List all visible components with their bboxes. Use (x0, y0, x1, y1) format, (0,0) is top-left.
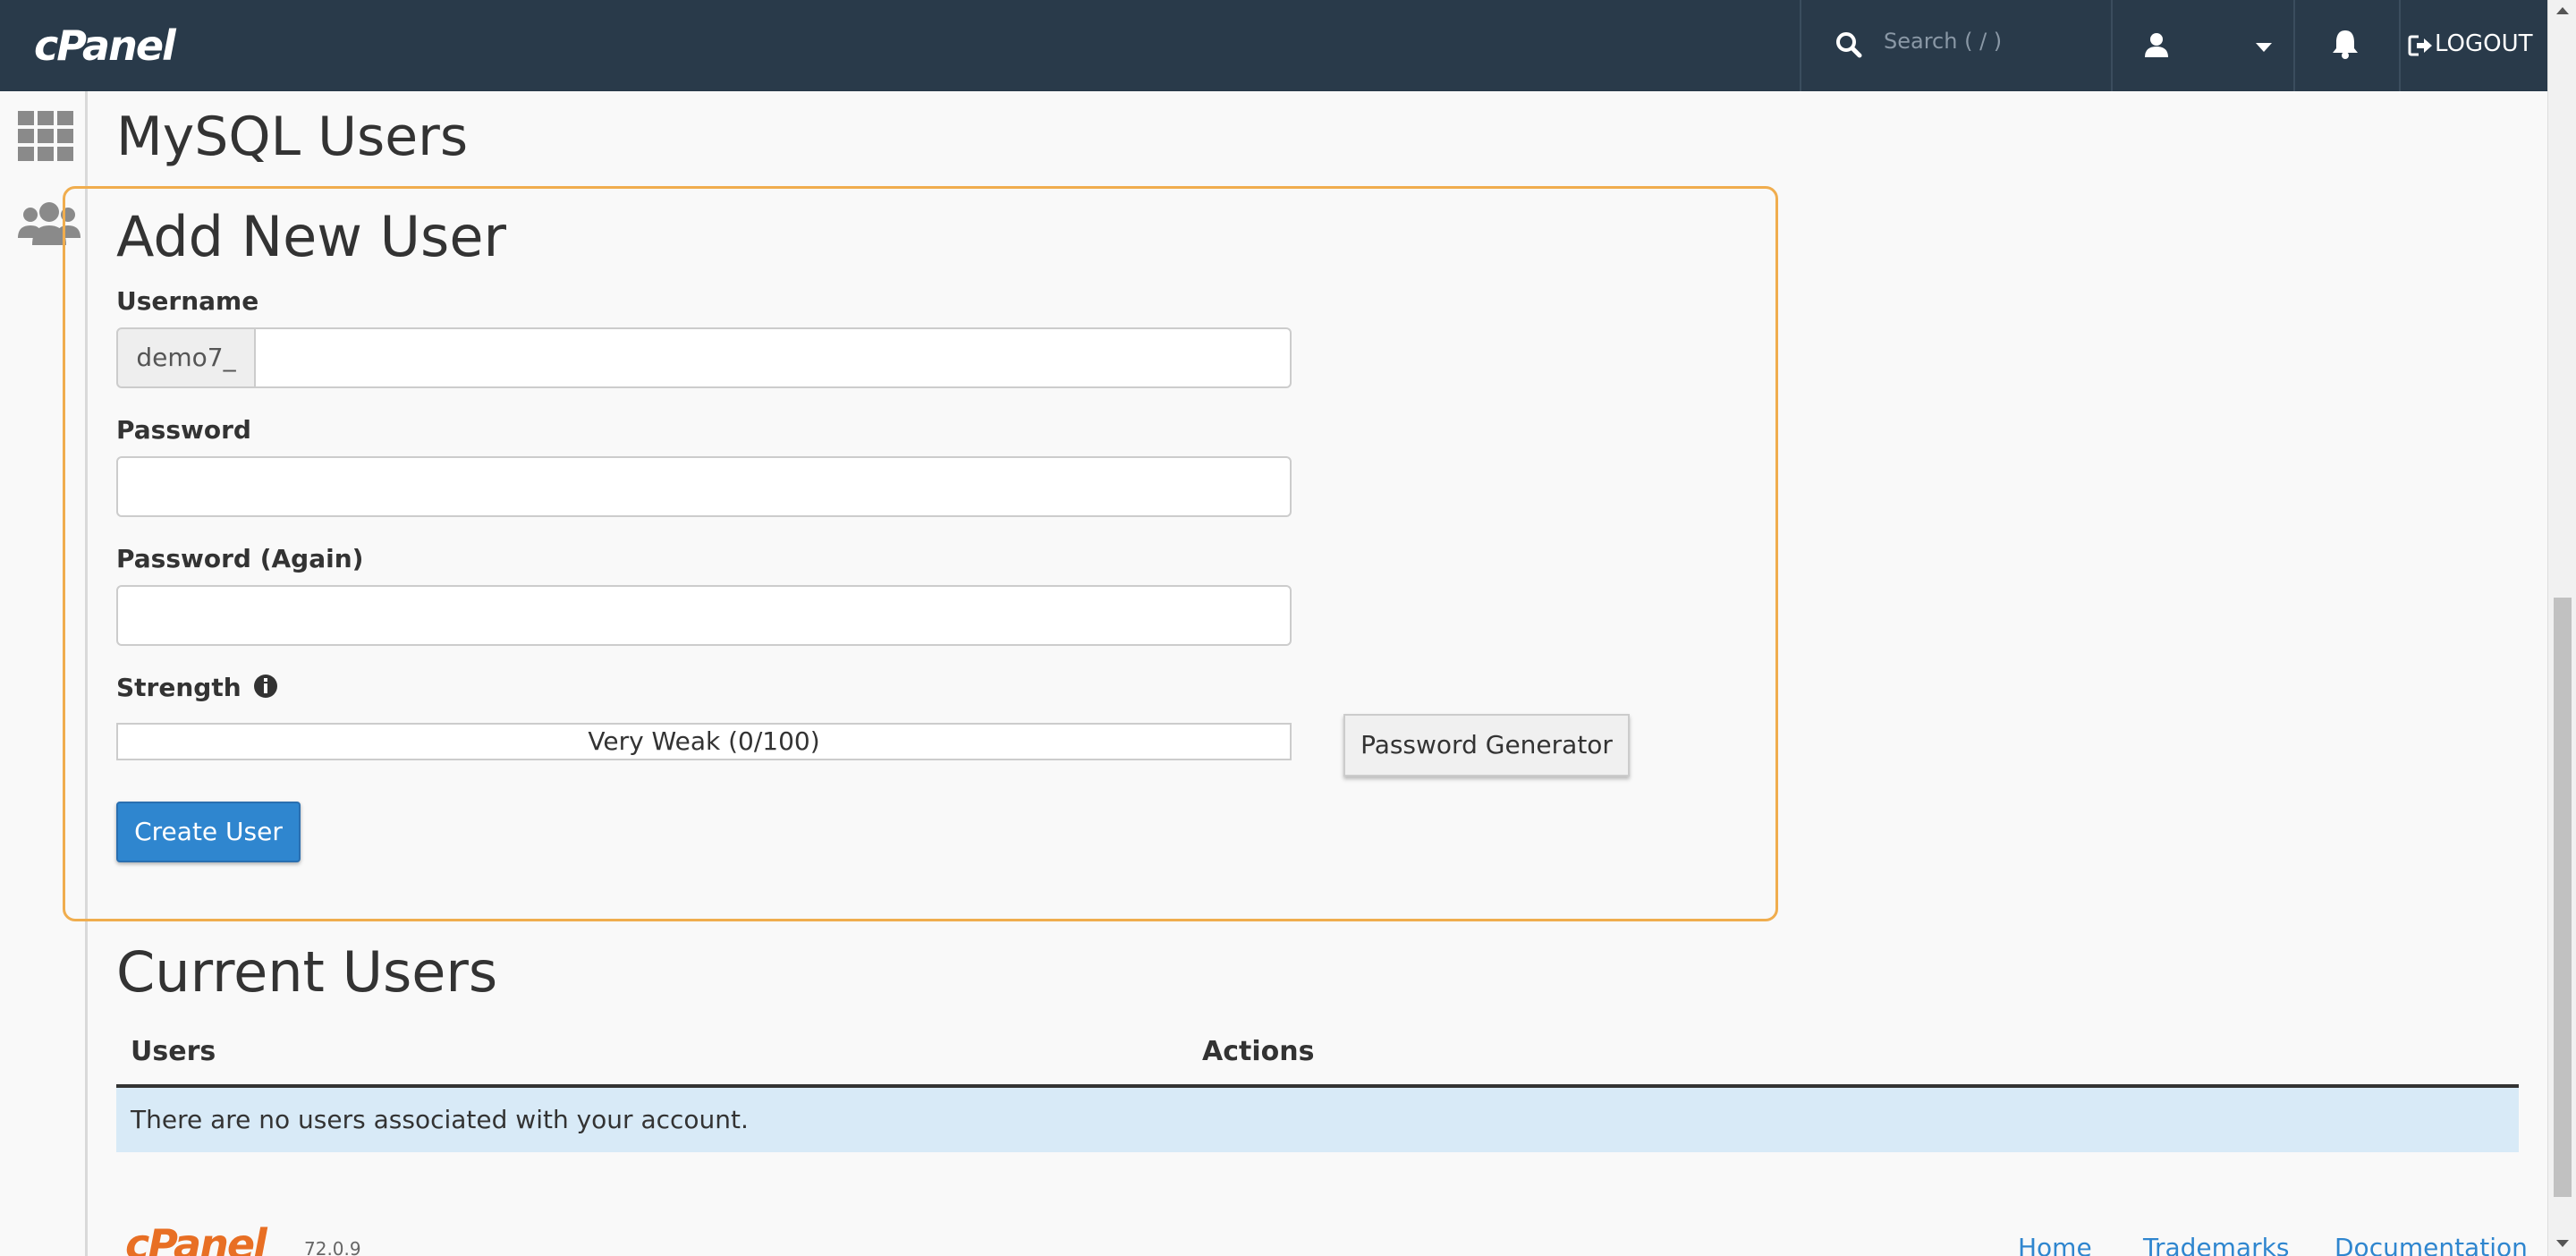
username-field-wrap (254, 327, 1292, 388)
password-label: Password (116, 415, 251, 445)
users-table-header: Users Actions (116, 1029, 2519, 1088)
create-user-button[interactable]: Create User (116, 802, 301, 862)
chevron-down-icon (2256, 43, 2272, 52)
search-input[interactable]: Search ( / ) (1884, 29, 2002, 54)
password-generator-button[interactable]: Password Generator (1343, 714, 1630, 777)
add-user-title: Add New User (116, 204, 506, 269)
footer-cpanel-logo[interactable]: cPanel (125, 1220, 267, 1256)
users-empty-row: There are no users associated with your … (116, 1088, 2519, 1152)
username-input[interactable] (256, 329, 1290, 386)
page-scrollbar[interactable] (2547, 0, 2576, 1256)
notifications-button[interactable] (2293, 0, 2401, 91)
info-icon[interactable] (253, 674, 278, 699)
footer-link-trademarks[interactable]: Trademarks (2143, 1233, 2289, 1256)
search-icon (1836, 32, 1862, 58)
username-prefix: demo7_ (116, 327, 256, 388)
password-again-label: Password (Again) (116, 544, 364, 573)
username-label: Username (116, 286, 259, 316)
logout-label: LOGOUT (2435, 30, 2533, 57)
column-actions: Actions (1202, 1036, 1315, 1067)
password-again-input-group (116, 585, 1292, 646)
page-title: MySQL Users (116, 106, 469, 168)
footer-link-home[interactable]: Home (2018, 1233, 2092, 1256)
password-strength-meter: Very Weak (0/100) (116, 723, 1292, 760)
current-users-title: Current Users (116, 939, 498, 1005)
footer-link-documentation[interactable]: Documentation (2334, 1233, 2528, 1256)
password-field-wrap (116, 456, 1292, 517)
cpanel-logo[interactable]: cPanel (34, 20, 176, 72)
apps-grid-icon[interactable] (18, 111, 73, 161)
scroll-up-icon[interactable] (2556, 7, 2569, 14)
scroll-down-icon[interactable] (2556, 1240, 2569, 1247)
password-again-input[interactable] (118, 587, 1290, 644)
search-box[interactable]: Search ( / ) (1800, 0, 2111, 91)
username-input-group: demo7_ (116, 327, 1292, 388)
strength-text: Very Weak (0/100) (588, 726, 820, 756)
logout-icon (2408, 35, 2432, 56)
user-icon (2145, 33, 2168, 57)
password-input[interactable] (118, 458, 1290, 515)
logout-button[interactable]: LOGOUT (2402, 0, 2547, 91)
footer-version: 72.0.9 (304, 1238, 361, 1256)
bell-icon (2333, 30, 2358, 59)
column-users: Users (131, 1036, 216, 1067)
strength-label-row: Strength (116, 673, 278, 702)
scrollbar-thumb[interactable] (2554, 598, 2572, 1197)
strength-label: Strength (116, 673, 242, 702)
password-again-field-wrap (116, 585, 1292, 646)
user-menu[interactable] (2111, 0, 2293, 91)
top-navbar: cPanel Search ( / ) LOGOUT (0, 0, 2547, 91)
password-input-group (116, 456, 1292, 517)
